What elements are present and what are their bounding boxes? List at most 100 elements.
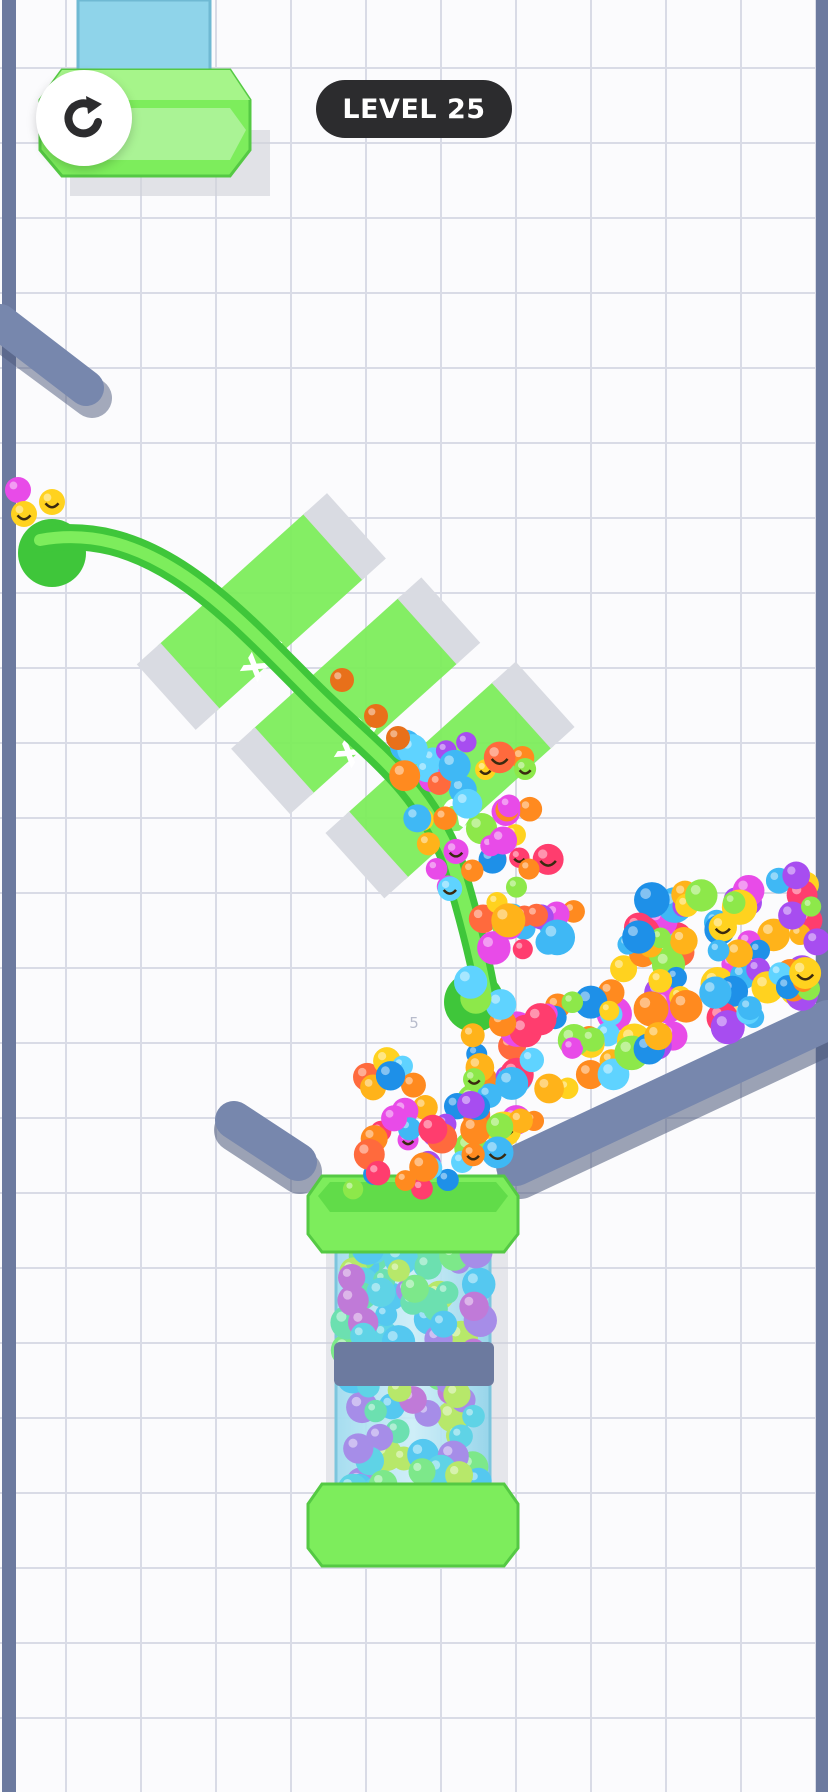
ball (669, 989, 703, 1023)
ball (460, 1023, 485, 1048)
ball-shine (381, 1066, 390, 1076)
ball (375, 1303, 398, 1326)
ball-shine (627, 926, 638, 937)
ball (454, 965, 488, 999)
ball (722, 891, 746, 914)
ball-shine (716, 1016, 727, 1027)
ball-shine (396, 1450, 404, 1458)
ball (438, 749, 471, 782)
ball-shine (762, 924, 773, 935)
ball (699, 976, 732, 1009)
ball-shine (441, 880, 450, 889)
ball (634, 882, 670, 918)
ball-shine (565, 1041, 572, 1048)
ball (381, 1105, 408, 1132)
ball (524, 1003, 557, 1036)
ball-shine (368, 1403, 376, 1411)
ball-shine (690, 884, 701, 895)
ball-shine (353, 1312, 363, 1322)
ball-shine (461, 1095, 471, 1105)
ball-shine (364, 1078, 373, 1087)
ball-shine (602, 983, 611, 992)
ball-shine (493, 831, 503, 840)
ball-shine (429, 861, 437, 869)
ball-shine (465, 1119, 475, 1129)
ball-shine (501, 1072, 511, 1083)
ball-shine (704, 982, 715, 992)
ball-shine (487, 1142, 497, 1152)
ball (375, 1061, 406, 1091)
ball-shine (465, 1147, 473, 1155)
ball (789, 957, 822, 989)
ball-shine (523, 1052, 532, 1060)
ball-shine (413, 1462, 422, 1472)
ball (456, 732, 477, 753)
ball (409, 1152, 439, 1182)
ball-shine (374, 1474, 383, 1484)
ball-shine (439, 1285, 447, 1292)
game-board[interactable]: x2 x2 x2 (0, 0, 828, 1792)
ball-shine (348, 1438, 358, 1448)
ball-shine (371, 1282, 381, 1292)
ball (517, 796, 543, 822)
ball-shine (490, 895, 497, 903)
ball-shine (545, 925, 557, 937)
ball-shine (751, 943, 759, 951)
ball (435, 1281, 459, 1304)
ball-shine (443, 1446, 453, 1456)
restart-button[interactable] (36, 70, 132, 166)
ball-shine (391, 1263, 399, 1271)
level-indicator: LEVEL 25 (316, 80, 512, 138)
ball-shine (450, 1466, 459, 1475)
ball-count-label: 5 (409, 1014, 419, 1032)
ball (670, 927, 698, 955)
ball-shine (467, 1273, 478, 1284)
ball-shine (515, 1020, 525, 1031)
ball-shine (405, 1279, 415, 1289)
ball (561, 991, 584, 1014)
ball-shine (471, 818, 481, 828)
ball (11, 501, 37, 527)
ball (39, 489, 65, 515)
ball (514, 758, 537, 781)
ball (452, 788, 483, 819)
ball-shine (675, 995, 686, 1006)
ball (462, 1404, 485, 1428)
ball (343, 1433, 374, 1464)
ball (338, 1263, 366, 1292)
ball (366, 1277, 396, 1307)
ball (386, 726, 410, 750)
ball (461, 1143, 485, 1167)
ball-shine (750, 961, 758, 970)
cup-side-post (214, 1101, 322, 1194)
ball (459, 1291, 489, 1322)
ball-shine (469, 1047, 477, 1054)
ball (364, 1399, 387, 1423)
ball-shine (342, 1268, 351, 1277)
ball (387, 1259, 410, 1282)
ball-shine (414, 1157, 424, 1167)
ball-shine (377, 1051, 387, 1061)
ball-shine (657, 953, 668, 964)
ball (633, 991, 669, 1027)
ball-shine (448, 1097, 457, 1106)
ball-shine (757, 976, 767, 987)
ball-shine (538, 849, 548, 859)
ball (491, 903, 526, 938)
ball-shine (453, 780, 463, 790)
ball (483, 741, 516, 774)
ball-shine (521, 801, 530, 809)
ball-shine (603, 1064, 613, 1074)
ball-shine (357, 1067, 367, 1077)
ball-shine (529, 1008, 540, 1019)
ball-shine (365, 1129, 374, 1138)
ball-shine (346, 1182, 353, 1189)
ball-shine (448, 1385, 457, 1394)
ball-shine (351, 1396, 362, 1407)
ball (505, 876, 527, 898)
ball (330, 668, 354, 692)
ball-shine (640, 888, 651, 900)
ball (457, 1090, 485, 1119)
ball (599, 1000, 620, 1021)
ball-shine (674, 931, 684, 941)
